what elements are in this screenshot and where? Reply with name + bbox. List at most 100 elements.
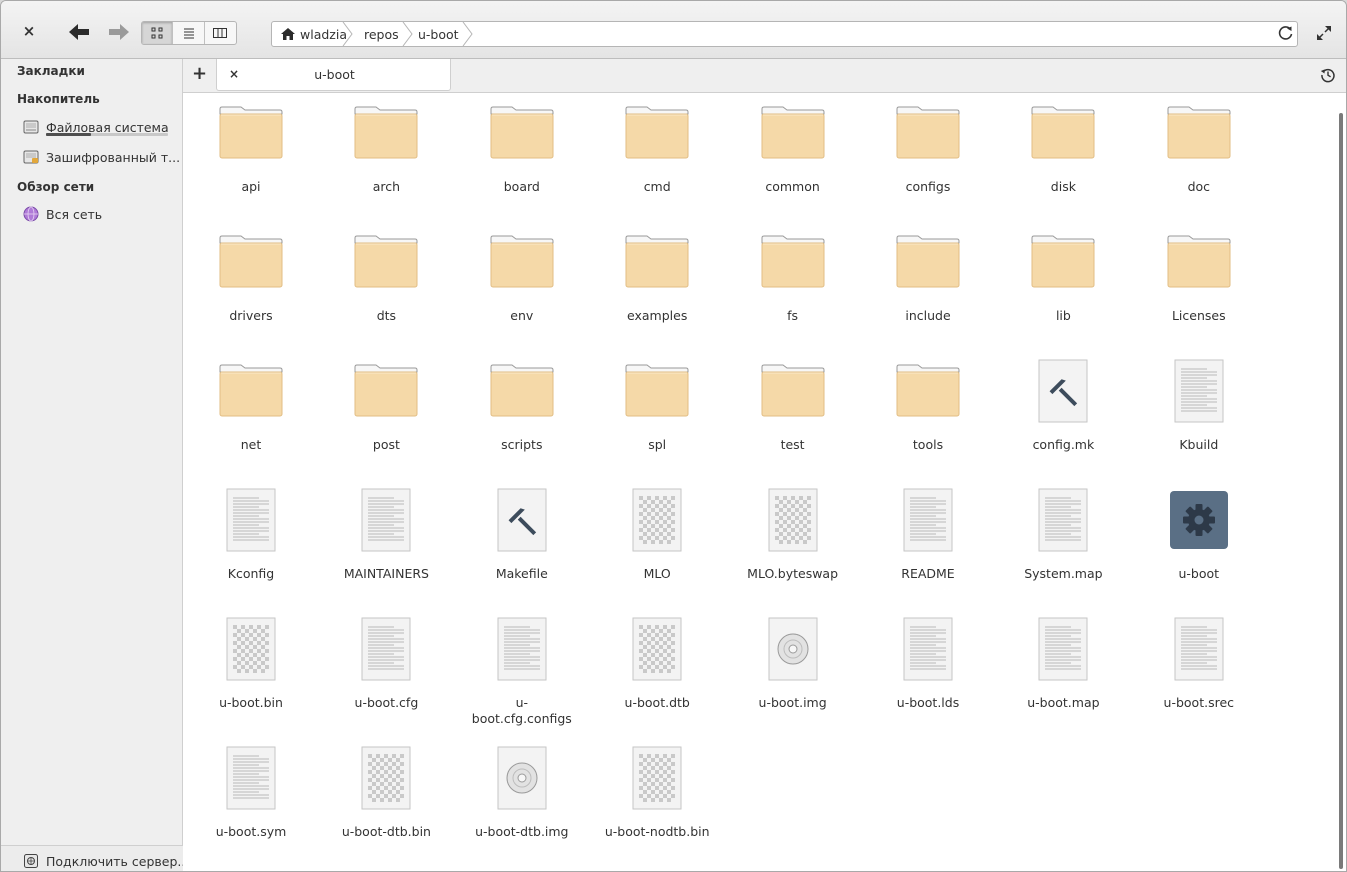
breadcrumb-repos[interactable]: repos xyxy=(364,22,399,46)
connect-server-button[interactable]: Подключить сервер.. xyxy=(23,850,183,871)
folder-icon xyxy=(625,235,689,288)
disk-usage-bar xyxy=(46,133,168,136)
binary-file-icon xyxy=(768,488,818,552)
file-name: common xyxy=(765,179,820,194)
drive-encrypted-icon xyxy=(23,150,39,164)
file-name: scripts xyxy=(501,437,543,452)
folder-icon xyxy=(1031,106,1095,159)
back-button[interactable] xyxy=(67,22,91,42)
sidebar-heading-devices: Накопитель xyxy=(17,92,100,106)
breadcrumb-label: u-boot xyxy=(418,26,459,42)
tab-u-boot[interactable]: × u-boot xyxy=(216,59,451,91)
breadcrumb-u-boot[interactable]: u-boot xyxy=(418,22,459,46)
file-name: Kconfig xyxy=(227,566,275,581)
text-file-icon xyxy=(226,746,276,810)
text-file-icon xyxy=(497,617,547,681)
breadcrumb-home[interactable]: wladzia xyxy=(280,22,347,46)
folder-icon xyxy=(1167,235,1231,288)
file-name: u-boot-dtb.img xyxy=(475,824,569,839)
folder-icon xyxy=(219,364,283,417)
executable-icon xyxy=(1169,491,1228,549)
file-name: u-boot.dtb xyxy=(624,695,690,710)
file-name: arch xyxy=(372,179,401,194)
forward-button[interactable] xyxy=(107,22,131,42)
folder-icon xyxy=(490,364,554,417)
file-name: cmd xyxy=(643,179,671,194)
file-name: examples xyxy=(627,308,688,323)
file-grid: api arch board cmd common configs disk doc drive… xyxy=(183,93,1346,871)
text-file-icon xyxy=(1038,488,1088,552)
file-name: MLO.byteswap xyxy=(747,566,839,581)
network-globe-icon xyxy=(23,206,39,222)
tab-bar: + × u-boot xyxy=(183,59,1346,93)
breadcrumb-label: wladzia xyxy=(300,26,347,42)
network-server-icon xyxy=(24,854,38,868)
home-icon xyxy=(281,28,295,40)
connect-server-label: Подключить сервер.. xyxy=(46,853,183,869)
makefile-icon xyxy=(497,488,547,552)
tab-label: u-boot xyxy=(314,67,355,82)
makefile-icon xyxy=(1038,359,1088,423)
text-file-icon xyxy=(903,617,953,681)
close-window-button[interactable]: × xyxy=(18,20,40,42)
drive-harddisk-icon xyxy=(23,120,39,134)
file-name: env xyxy=(510,308,534,323)
file-name: u-boot.cfg.configs xyxy=(471,695,572,726)
folder-icon xyxy=(625,106,689,159)
view-grid-icon xyxy=(151,27,163,39)
folder-icon xyxy=(219,106,283,159)
text-file-icon xyxy=(1038,617,1088,681)
sidebar-item-label: Зашифрованный т... xyxy=(46,149,181,165)
folder-icon xyxy=(1167,106,1231,159)
folder-icon xyxy=(219,235,283,288)
text-file-icon xyxy=(1174,617,1224,681)
vertical-scrollbar[interactable] xyxy=(1339,113,1343,869)
binary-file-icon xyxy=(361,746,411,810)
file-name: drivers xyxy=(229,308,273,323)
view-list-button[interactable] xyxy=(173,22,205,44)
arrow-left-icon xyxy=(69,24,89,40)
disc-image-icon xyxy=(497,746,547,810)
sidebar-item-entire-network[interactable]: Вся сеть xyxy=(23,203,183,225)
file-name: spl xyxy=(648,437,667,452)
folder-icon xyxy=(896,235,960,288)
reload-button[interactable] xyxy=(1277,24,1295,42)
file-name: tools xyxy=(912,437,944,452)
text-file-icon xyxy=(903,488,953,552)
file-name: doc xyxy=(1187,179,1211,194)
view-columns-icon xyxy=(213,28,228,38)
location-bar[interactable]: wladzia repos u-boot xyxy=(271,21,1298,47)
folder-icon xyxy=(354,106,418,159)
folder-icon xyxy=(490,235,554,288)
file-name: u-boot-dtb.bin xyxy=(341,824,431,839)
file-name: api xyxy=(241,179,261,194)
arrow-right-icon xyxy=(109,24,129,40)
binary-file-icon xyxy=(632,746,682,810)
folder-icon xyxy=(490,106,554,159)
file-name: lib xyxy=(1055,308,1071,323)
view-columns-button[interactable] xyxy=(205,22,236,44)
file-name: u-boot.bin xyxy=(219,695,283,710)
folder-icon xyxy=(761,235,825,288)
file-name: include xyxy=(905,308,951,323)
sidebar-footer: Подключить сервер.. xyxy=(1,845,183,871)
maximize-button[interactable] xyxy=(1314,23,1334,43)
folder-icon xyxy=(354,364,418,417)
file-name: u-boot.map xyxy=(1027,695,1100,710)
file-name: README xyxy=(901,566,955,581)
sidebar-item-encrypted[interactable]: Зашифрованный т... xyxy=(23,146,183,168)
file-name: test xyxy=(780,437,805,452)
file-name: configs xyxy=(905,179,951,194)
disc-image-icon xyxy=(768,617,818,681)
text-file-icon xyxy=(1174,359,1224,423)
file-name: u-boot xyxy=(1178,566,1220,581)
text-file-icon xyxy=(361,617,411,681)
folder-icon xyxy=(896,364,960,417)
history-icon[interactable] xyxy=(1320,67,1336,83)
file-name: fs xyxy=(787,308,799,323)
file-manager-window: × wladzia repos u-boot Закладки Накопите… xyxy=(0,0,1347,872)
text-file-icon xyxy=(226,488,276,552)
view-icons-button[interactable] xyxy=(142,22,174,44)
folder-icon xyxy=(1031,235,1095,288)
new-tab-button[interactable]: + xyxy=(192,65,210,83)
